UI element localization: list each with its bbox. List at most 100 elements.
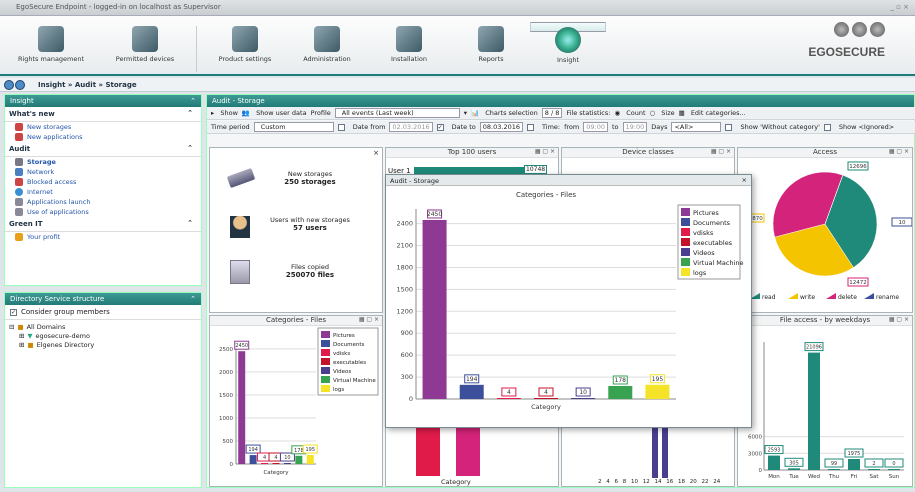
tree-item-elgenes-directory[interactable]: ⊞ ■ Elgenes Directory [9,340,197,349]
legend-swatch [681,208,690,216]
sidebar-item-use-of-applications[interactable]: Use of applications [5,207,201,217]
charts-selection-button[interactable]: 📊 Charts selection [471,109,538,117]
charts-count[interactable]: 8 / 8 [541,108,563,118]
y-tick-label: 1000 [219,416,233,422]
tree-item-all-domains[interactable]: ⊟ ■ All Domains [9,322,197,331]
pin-icon[interactable]: ⌃ [190,97,196,105]
date-to-checkbox[interactable]: ✓ [436,123,444,131]
pin-icon[interactable]: ⌃ [190,295,196,303]
settings-icon [232,26,258,52]
y-tick-label: 1200 [396,307,413,315]
legend-swatch [321,358,330,365]
sidebar-item-your-profit[interactable]: Your profit [5,232,201,242]
time-checkbox[interactable] [527,123,534,131]
directory-panel: Directory Service structure ⌃ ✓ Consider g… [4,292,202,488]
profile-select[interactable]: All events (Last week) [334,108,460,118]
categories-card: Categories - Files ▦ ▢ × 0 500 1000 1500 2000… [209,315,383,487]
info-icon[interactable] [870,22,885,37]
card-controls[interactable]: ▦ ▢ × [359,316,379,323]
close-icon[interactable]: × [373,149,379,157]
user-icon[interactable] [852,22,867,37]
sidebar-item-network[interactable]: Network [5,167,201,177]
bar-vdisks [496,398,521,399]
sidebar-item-internet[interactable]: Internet [5,187,201,197]
edit-categories-button[interactable]: ▦ Edit categories... [679,109,746,117]
tab-administration[interactable]: Administration [282,22,372,76]
y-tick-label: 0 [409,395,413,403]
legend-label: rename [876,294,899,301]
checkbox-icon[interactable]: ✓ [10,308,17,316]
days-select[interactable]: <All> [671,122,722,132]
card-controls[interactable]: ▦ ▢ × [889,316,909,323]
forward-icon[interactable] [15,80,25,90]
access-card: Access ▦ ▢ × 12696 10870 12472 10 read write de… [737,147,913,313]
categories-small-chart: 0 500 1000 1500 2000 25002450 194 4 4 10 178 195 Cat… [219,327,379,476]
section-whats-new[interactable]: What's new ⌃ [5,107,201,122]
date-from-checkbox[interactable] [337,123,345,131]
legend-swatch [681,248,690,256]
chevron-down-icon[interactable]: ▾ [464,109,467,117]
size-radio[interactable]: ○ Size [650,109,675,117]
consider-group-members-checkbox[interactable]: ✓ Consider group members [5,305,201,320]
date-to-field[interactable]: 08.03.2016 [479,122,523,132]
show-ignored-checkbox[interactable] [823,123,831,131]
count-radio[interactable]: ◉ Count [614,109,645,117]
window-controls[interactable]: _ ▫ × [890,3,909,11]
tab-permitted-devices[interactable]: Permitted devices [100,22,190,76]
show-button[interactable]: ▸ Show [211,109,238,117]
categories-dialog: Audit - Storage × Categories - Files 0 300 6… [385,174,752,428]
legend-label: Videos [693,249,715,257]
y-tick-label: 600 [401,351,413,359]
collapse-icon[interactable]: ⌃ [187,109,193,117]
close-icon[interactable]: × [742,176,747,184]
collapse-icon[interactable]: ⌃ [187,219,193,227]
tab-insight[interactable]: Insight [530,22,606,64]
back-icon[interactable] [4,80,14,90]
card-controls[interactable]: ▦ ▢ × [889,148,909,155]
time-from-field[interactable]: 09:00 [583,122,608,132]
sidebar-item-storage[interactable]: Storage [5,157,201,167]
y-tick-label: 1500 [396,285,413,293]
show-without-category-checkbox[interactable] [725,123,733,131]
category-axis-label: Category [441,478,471,486]
tab-product-settings[interactable]: Product settings [200,22,290,76]
bar-videos [283,463,291,464]
pie-value-label: 12696 [849,164,867,170]
sidebar-item-blocked-access[interactable]: Blocked access [5,177,201,187]
sidebar-item-applications-launch[interactable]: Applications launch [5,197,201,207]
weekdays-card: File access - by weekdays ▦ ▢ × 0 3000 6000… [737,315,913,487]
sidebar-item-new-storages[interactable]: New storages [5,122,201,132]
period-select[interactable]: Custom [253,122,334,132]
section-green-it[interactable]: Green IT ⌃ [5,217,201,232]
legend-swatch [788,293,798,299]
legend-label: vdisks [333,351,350,357]
y-tick-label: 2500 [219,347,233,353]
legend-label: logs [693,269,707,277]
tab-rights-management[interactable]: Rights management [6,22,96,76]
tree-item-egosecure-demo[interactable]: ⊞ ▼ egosecure-demo [9,331,197,340]
launch-icon [15,198,23,206]
hour-bar [652,426,658,478]
tab-reports[interactable]: Reports [446,22,536,76]
tab-installation[interactable]: Installation [364,22,454,76]
time-to-field[interactable]: 19:00 [622,122,648,132]
x-tick-label: Fri [851,474,858,480]
card-controls[interactable]: ▦ ▢ × [535,148,555,155]
help-icon[interactable] [834,22,849,37]
bar-mon [768,455,780,470]
x-tick-label: Sat [869,474,879,480]
show-user-data-button[interactable]: 👥 Show user data [242,109,307,117]
collapse-icon[interactable]: ⌃ [187,144,193,152]
data-label: 195 [652,376,664,383]
pie-value-label: 12472 [849,280,867,286]
section-audit[interactable]: Audit ⌃ [5,142,201,157]
summary-card: × New storages 250 storages Users with ne… [209,147,383,313]
sidebar-item-new-applications[interactable]: New applications [5,132,201,142]
date-from-field[interactable]: 02.03.2016 [389,122,433,132]
globe-icon [15,188,23,196]
legend-label: vdisks [693,229,714,237]
legend-swatch [321,367,330,374]
data-label: 178 [294,448,304,454]
card-controls[interactable]: ▦ ▢ × [711,148,731,155]
legend-swatch [321,331,330,338]
